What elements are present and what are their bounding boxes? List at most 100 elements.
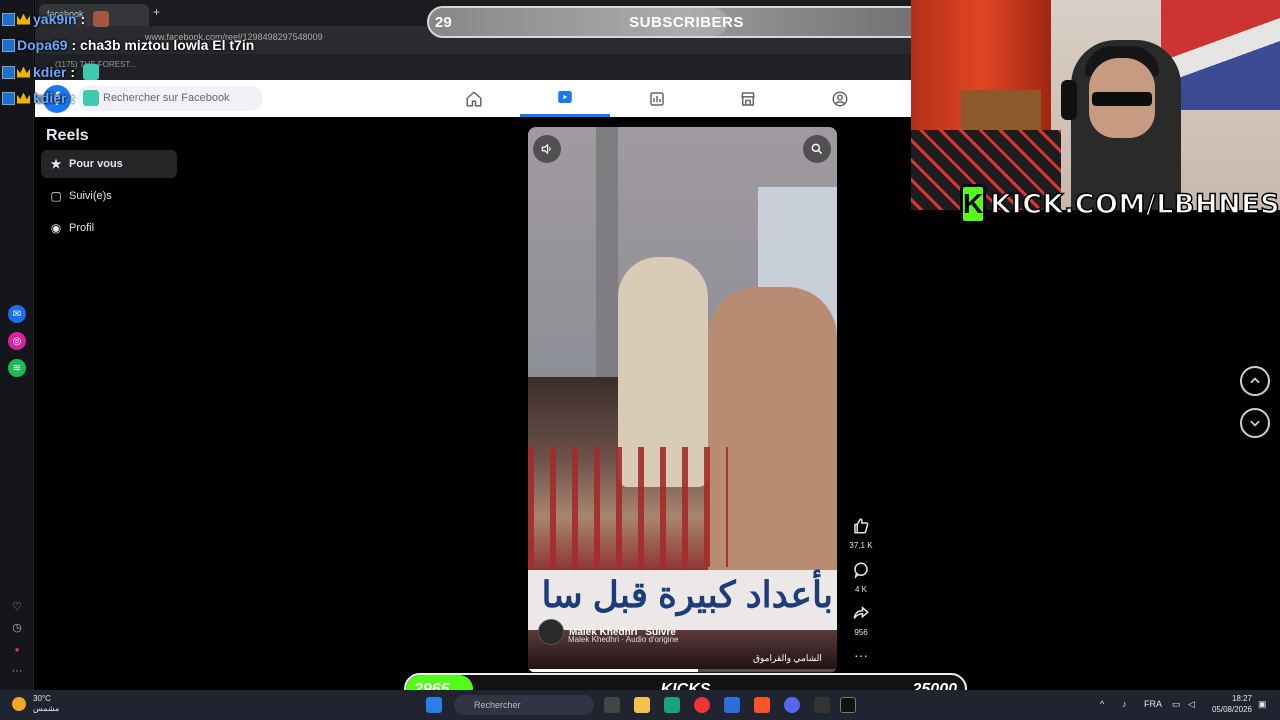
emote-icon: [93, 11, 110, 27]
taskbar-search[interactable]: Rechercher: [454, 695, 594, 715]
notification-icon[interactable]: ▣: [1258, 699, 1267, 710]
avatar[interactable]: [538, 619, 564, 645]
volume-button[interactable]: [533, 135, 561, 163]
more-icon[interactable]: ···: [10, 664, 24, 678]
search-icon: [811, 143, 823, 155]
video-fence: [528, 447, 728, 567]
weather-widget[interactable]: 30°C مشمس: [12, 694, 59, 714]
profile-icon: ◉: [50, 221, 62, 235]
new-tab-button[interactable]: +: [153, 5, 160, 19]
clock[interactable]: 18:27 05/08/2026: [1206, 693, 1252, 715]
chat-colon: :: [66, 64, 79, 80]
badge-icon: [2, 38, 15, 52]
heart-icon[interactable]: ♡: [10, 600, 24, 614]
reel-video[interactable]: بأعداد كبيرة قبل سا Malek Khedhri Suivre…: [528, 127, 837, 673]
chevron-up-icon: [1250, 377, 1260, 384]
marketplace-icon: [741, 91, 755, 106]
menu-item-profil[interactable]: ◉ Profil: [41, 214, 177, 242]
clock-date: 05/08/2026: [1211, 705, 1252, 714]
comment-button[interactable]: 4 K: [846, 561, 876, 594]
chevron-down-icon: [1250, 420, 1260, 427]
nav-pages[interactable]: [612, 80, 702, 117]
like-button[interactable]: 37,1 K: [846, 517, 876, 550]
record-icon[interactable]: ●: [10, 643, 24, 657]
more-options-icon[interactable]: ···: [846, 647, 876, 663]
badge-icon: [2, 91, 15, 105]
brave-icon[interactable]: [754, 697, 770, 713]
video-pole: [596, 127, 618, 387]
comment-count: 4 K: [854, 585, 867, 594]
comment-icon: [854, 562, 868, 580]
weather-temp: 30°C: [33, 694, 51, 703]
stream-screen: ✉ ◎ ≋ ♡ ◷ ● ··· facebook + www.facebook.…: [0, 0, 1280, 720]
star-icon: ★: [50, 157, 62, 171]
share-count: 956: [854, 628, 868, 637]
language-indicator[interactable]: FRA: [1144, 699, 1162, 709]
reels-title: Reels: [46, 127, 89, 144]
previous-reel-button[interactable]: [1240, 366, 1270, 396]
emote-icon: [82, 64, 99, 80]
tray-expand-icon[interactable]: ^: [1100, 699, 1104, 709]
kick-branding: K KICK.COM/LBHNES: [960, 182, 1280, 226]
video-progress-bar[interactable]: [528, 669, 837, 672]
start-icon[interactable]: [426, 697, 442, 713]
chat-colon: :: [76, 11, 90, 27]
clock-time: 18:27: [1231, 694, 1252, 703]
menu-item-suivis[interactable]: ▢ Suivi(e)s: [41, 182, 177, 210]
speaker-icon: [541, 143, 551, 155]
sun-icon: [12, 697, 26, 711]
audio-label[interactable]: Malek Khedhri · Audio d'origine: [568, 635, 678, 644]
volume-icon[interactable]: ◁: [1188, 699, 1195, 710]
spotify-icon[interactable]: ≋: [8, 359, 26, 377]
reel-caption: الشامي والقراموق: [753, 653, 822, 663]
microphone-icon[interactable]: ♪: [1122, 699, 1127, 709]
history-icon[interactable]: ◷: [10, 621, 24, 635]
facebook-search-input[interactable]: Rechercher sur Facebook: [77, 86, 263, 111]
following-icon: ▢: [50, 189, 62, 203]
edge-icon[interactable]: [664, 697, 680, 713]
nav-video[interactable]: [520, 80, 610, 117]
crown-icon: [17, 66, 30, 78]
home-icon: [466, 90, 482, 106]
share-button[interactable]: 956: [846, 604, 876, 637]
video-overlay-text: بأعداد كبيرة قبل سا: [541, 574, 833, 615]
instagram-icon[interactable]: ◎: [8, 332, 26, 350]
chat-username: kdier: [33, 64, 67, 80]
discord-icon[interactable]: [784, 697, 800, 713]
network-icon[interactable]: ▭: [1172, 699, 1181, 710]
crown-icon: [17, 92, 30, 104]
messenger-icon[interactable]: ✉: [8, 305, 26, 323]
like-count: 37,1 K: [849, 541, 873, 550]
menu-item-label: Pour vous: [69, 158, 123, 170]
search-placeholder: Rechercher sur Facebook: [103, 92, 230, 104]
badge-icon: [2, 65, 15, 79]
badge-icon: [2, 12, 15, 26]
subscribers-label: SUBSCRIBERS: [629, 14, 744, 31]
taskbar-search-placeholder: Rechercher: [474, 700, 521, 710]
kick-url: KICK.COM/LBHNES: [989, 188, 1280, 221]
opera-icon[interactable]: [694, 697, 710, 713]
task-view-icon[interactable]: [604, 697, 620, 713]
emote-icon: [82, 90, 99, 106]
nav-home[interactable]: [429, 80, 519, 117]
next-reel-button[interactable]: [1240, 408, 1270, 438]
obs-icon[interactable]: [814, 697, 830, 713]
chat-message: kdier :: [2, 62, 99, 82]
nav-marketplace[interactable]: [703, 80, 793, 117]
groups-icon: [832, 91, 848, 106]
kick-logo-icon: K: [960, 184, 987, 224]
terminal-icon[interactable]: [840, 697, 856, 713]
chat-username: Dopa69: [17, 37, 68, 53]
headset: [1061, 80, 1077, 120]
video-search-button[interactable]: [803, 135, 831, 163]
menu-item-pour-vous[interactable]: ★ Pour vous: [41, 150, 177, 178]
subscribers-goal-bar: 29 SUBSCRIBERS 50: [427, 6, 946, 38]
video-icon: [558, 91, 572, 103]
video-progress-fill: [528, 669, 698, 672]
chat-text: cha3b miztou lowla El t7in: [80, 37, 255, 53]
store-icon[interactable]: [724, 697, 740, 713]
chat-username: kdier: [33, 90, 67, 106]
file-explorer-icon[interactable]: [634, 697, 650, 713]
nav-groups[interactable]: [795, 80, 885, 117]
chat-colon: :: [67, 37, 81, 53]
